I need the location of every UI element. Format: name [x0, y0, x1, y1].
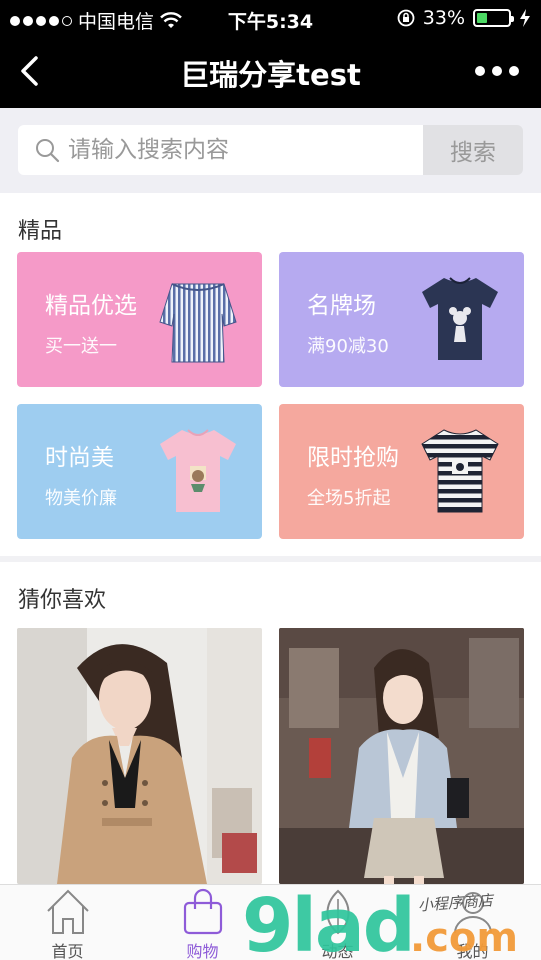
tab-label: 动态 [321, 942, 354, 960]
tab-home[interactable]: 首页 [0, 885, 135, 960]
product-photo-trench-coat[interactable] [17, 628, 262, 884]
tab-label: 购物 [186, 942, 219, 960]
battery-icon [473, 9, 514, 27]
status-bar: 中国电信 下午5:34 33% [0, 0, 541, 36]
striped-tshirt-image [421, 429, 499, 513]
search-input[interactable] [68, 137, 388, 163]
charging-icon [520, 9, 530, 27]
premium-section: 精品 精品优选 买一送一 名牌场 满90减30 时尚美 物美价廉 限时抢购 全场… [0, 193, 541, 556]
more-options-icon[interactable] [475, 66, 519, 76]
orientation-lock-icon [397, 9, 415, 27]
card-title: 限时抢购 [307, 445, 399, 471]
leaf-icon [326, 889, 350, 935]
trench-coat-model-image [17, 628, 262, 884]
tab-bar: 首页 购物 动态 我的 [0, 884, 541, 960]
card-flash-sale[interactable]: 限时抢购 全场5折起 [279, 404, 524, 539]
tab-mine[interactable]: 我的 [405, 885, 540, 960]
search-box[interactable] [18, 125, 423, 175]
tab-label: 我的 [456, 942, 489, 960]
card-title: 时尚美 [45, 445, 114, 471]
page-title: 巨瑞分享test [180, 58, 361, 92]
nav-bar: 巨瑞分享test [0, 36, 541, 108]
card-brand-zone[interactable]: 名牌场 满90减30 [279, 252, 524, 387]
card-subtitle: 满90减30 [307, 336, 389, 357]
tab-activity[interactable]: 动态 [270, 885, 405, 960]
product-photo-denim-jacket[interactable] [279, 628, 524, 884]
denim-jacket-model-image [279, 628, 524, 884]
card-title: 名牌场 [307, 293, 376, 319]
tab-label: 首页 [51, 942, 84, 960]
pink-tshirt-image [160, 429, 236, 512]
navy-tshirt-image [422, 277, 498, 360]
search-bar: 搜索 [0, 108, 541, 193]
user-icon [454, 892, 492, 934]
card-title: 精品优选 [45, 293, 137, 319]
tab-shopping[interactable]: 购物 [135, 885, 270, 960]
card-subtitle: 全场5折起 [307, 488, 391, 509]
card-subtitle: 物美价廉 [45, 488, 117, 509]
section-title-guess: 猜你喜欢 [18, 588, 107, 613]
guess-you-like-section: 猜你喜欢 [0, 562, 541, 884]
search-icon [36, 139, 60, 163]
card-fashion-beauty[interactable]: 时尚美 物美价廉 [17, 404, 262, 539]
section-title-premium: 精品 [18, 219, 63, 244]
shopping-bag-icon [183, 888, 223, 935]
search-button[interactable]: 搜索 [423, 125, 523, 175]
home-icon [47, 889, 89, 934]
card-premium-picks[interactable]: 精品优选 买一送一 [17, 252, 262, 387]
card-subtitle: 买一送一 [45, 336, 117, 357]
battery-percent: 33% [422, 7, 465, 29]
striped-blouse-image [159, 283, 237, 363]
